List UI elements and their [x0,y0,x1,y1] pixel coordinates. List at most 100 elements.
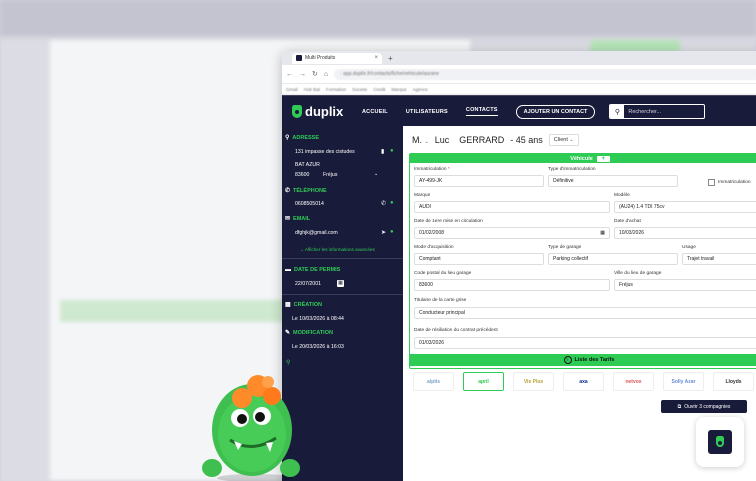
mise-circ-label: Date de 1ere mise en circulation [414,219,483,224]
divider [282,294,403,295]
telephone-heading: ✆ TÉLÉPHONE [285,187,327,195]
ville-garage-field[interactable]: Fréjus [614,279,756,291]
bookmark[interactable]: Societe [352,87,367,92]
insurer-logo-april[interactable]: april [463,372,504,391]
modification-heading: ✎ MODIFICATION [285,329,333,337]
nav-accueil[interactable]: ACCUEIL [362,109,388,115]
resiliation-field[interactable]: 01/03/2026 [414,337,756,349]
calendar-small-icon: ▦ [285,302,291,308]
bookmarks-bar: Gmail Hub Bat Formation Societe Credit M… [282,84,756,95]
creation-date: Le 10/03/2026 à 08:44 [292,316,344,322]
type-immat-field[interactable]: Définitive [548,175,678,187]
acquisition-label: Mode d'acquisition [414,245,454,250]
bookmark[interactable]: Hub Bat [304,87,320,92]
duplix-logo[interactable]: duplix [292,104,362,119]
bookmark[interactable]: Credit [373,87,385,92]
edit-email-icon[interactable]: ● [390,229,394,235]
calendar-icon: ▦ [600,230,605,236]
home-icon[interactable]: ⌂ [324,71,328,78]
first-name[interactable]: Luc [435,135,450,145]
usage-field[interactable]: Trajet travail [682,253,756,265]
achat-label: Date d'achat [614,219,641,224]
back-icon[interactable]: ← [286,71,293,78]
pin-icon[interactable]: ⚲ [286,359,290,366]
reload-icon[interactable]: ↻ [312,70,318,78]
usage-label: Usage [682,245,696,250]
civility-select[interactable]: M. ⌄ [412,135,429,145]
immat-label: Immatriculation * [414,167,450,172]
add-contact-button[interactable]: AJOUTER UN CONTACT [515,104,596,119]
last-name[interactable]: GERRARD [459,135,504,145]
add-vehicle-button[interactable]: + [596,155,610,162]
new-tab-button[interactable]: + [388,54,393,63]
cp-garage-field[interactable]: 83600 [414,279,610,291]
chevron-down-icon[interactable]: ⌄ [374,171,378,177]
bookmark[interactable]: Marque [391,87,406,92]
list-icon: ≡ [563,356,572,364]
browser-tab[interactable]: Multi Produits × [292,52,382,64]
marque-field[interactable]: AUDI [414,201,610,213]
age: - 45 ans [510,135,543,145]
modification-date: Le 20/03/2026 à 16:03 [292,344,344,350]
vehicle-title: Véhicule + [410,154,756,163]
chevron-down-icon: ⌄ [424,139,429,145]
insurer-logo-lloyds[interactable]: Lloyds [713,372,754,391]
edit-square-icon: ✎ [285,330,291,336]
adresse-heading: ⚲ ADRESSE [285,134,319,142]
edit-icon[interactable]: ● [390,148,394,154]
insurer-logo-alptis[interactable]: alptis [413,372,454,391]
contact-type-select[interactable]: Client ⌄ [548,134,579,146]
resiliation-label: Date de résiliation du contrat précédent [414,328,498,333]
search-icon[interactable]: ⚲ [610,105,625,118]
titulaire-label: Titulaire de la carte grise [414,298,467,303]
close-tab-icon[interactable]: × [374,55,378,61]
divider [282,258,403,259]
immat-field[interactable]: AY-499-JK [414,175,544,187]
external-link-icon: ⧉ [677,403,682,410]
edit-phone-icon[interactable]: ● [390,200,394,206]
favicon-icon [296,55,302,61]
duplix-logo-icon [292,105,302,118]
address-line1: 131 impasse des cistudes [295,149,355,155]
acquisition-field[interactable]: Comptant [414,253,544,265]
open-companies-button[interactable]: ⧉ Ouvrir 3 compagnies [661,400,747,413]
bookmark[interactable]: Formation [326,87,346,92]
bookmark[interactable]: Agence [413,87,428,92]
nav-utilisateurs[interactable]: UTILISATEURS [406,109,448,115]
chart-icon[interactable]: ▮ [381,148,384,155]
achat-field[interactable]: 10/03/2026 [614,227,756,239]
insurer-logo-solly-azar[interactable]: Solly Azar [663,372,704,391]
email-address: dfghjk@gmail.com [295,230,338,236]
duplix-logo-icon [708,430,732,454]
ville-garage-label: Ville du lieu de garage [614,271,662,276]
insurer-logo-axa[interactable]: axa [563,372,604,391]
send-icon[interactable]: ➤ [381,229,386,236]
chevron-down-icon: ⌄ [569,137,574,143]
mise-circ-field[interactable]: 01/02/2008 ▦ [414,227,610,239]
insurer-logos: alptis april Vie Plus axa netvox Solly A… [413,372,754,391]
immat-checkbox[interactable]: Immatriculation [708,179,751,186]
duplix-app-button[interactable] [696,417,744,467]
browser-tab-bar: Multi Produits × + [282,51,756,65]
address-bar: ← → ↻ ⌂ · app.duplix.fr/contacts/fiche/v… [282,65,756,84]
insurer-logo-vie-plus[interactable]: Vie Plus [513,372,554,391]
calendar-icon[interactable]: ▦ [337,280,344,287]
checkbox-icon [708,179,715,186]
tarifs-button[interactable]: ≡ Liste des Tarifs [409,354,756,366]
url-field[interactable]: · app.duplix.fr/contacts/fiche/vehicule/… [334,68,756,80]
more-info-link[interactable]: ⌄ Afficher les informations avancées [300,247,375,253]
contact-header: M. ⌄ Luc GERRARD - 45 ans Client ⌄ [412,134,579,146]
forward-icon[interactable]: → [299,71,306,78]
modele-field[interactable]: (AU24) 1.4 TDI 75cv [614,201,756,213]
garage-field[interactable]: Parking collectif [548,253,678,265]
insurer-logo-netvox[interactable]: netvox [613,372,654,391]
nav-contacts[interactable]: CONTACTS [465,107,498,116]
call-icon[interactable]: ✆ [381,200,386,207]
city: Fréjus [323,172,338,178]
bookmark[interactable]: Gmail [286,87,298,92]
email-heading: ✉ EMAIL [285,215,311,223]
titulaire-field[interactable]: Conducteur principal [414,307,756,319]
location-pin-icon: ⚲ [285,135,290,141]
creation-heading: ▦ CRÉATION [285,301,322,309]
search-input[interactable] [624,105,705,118]
